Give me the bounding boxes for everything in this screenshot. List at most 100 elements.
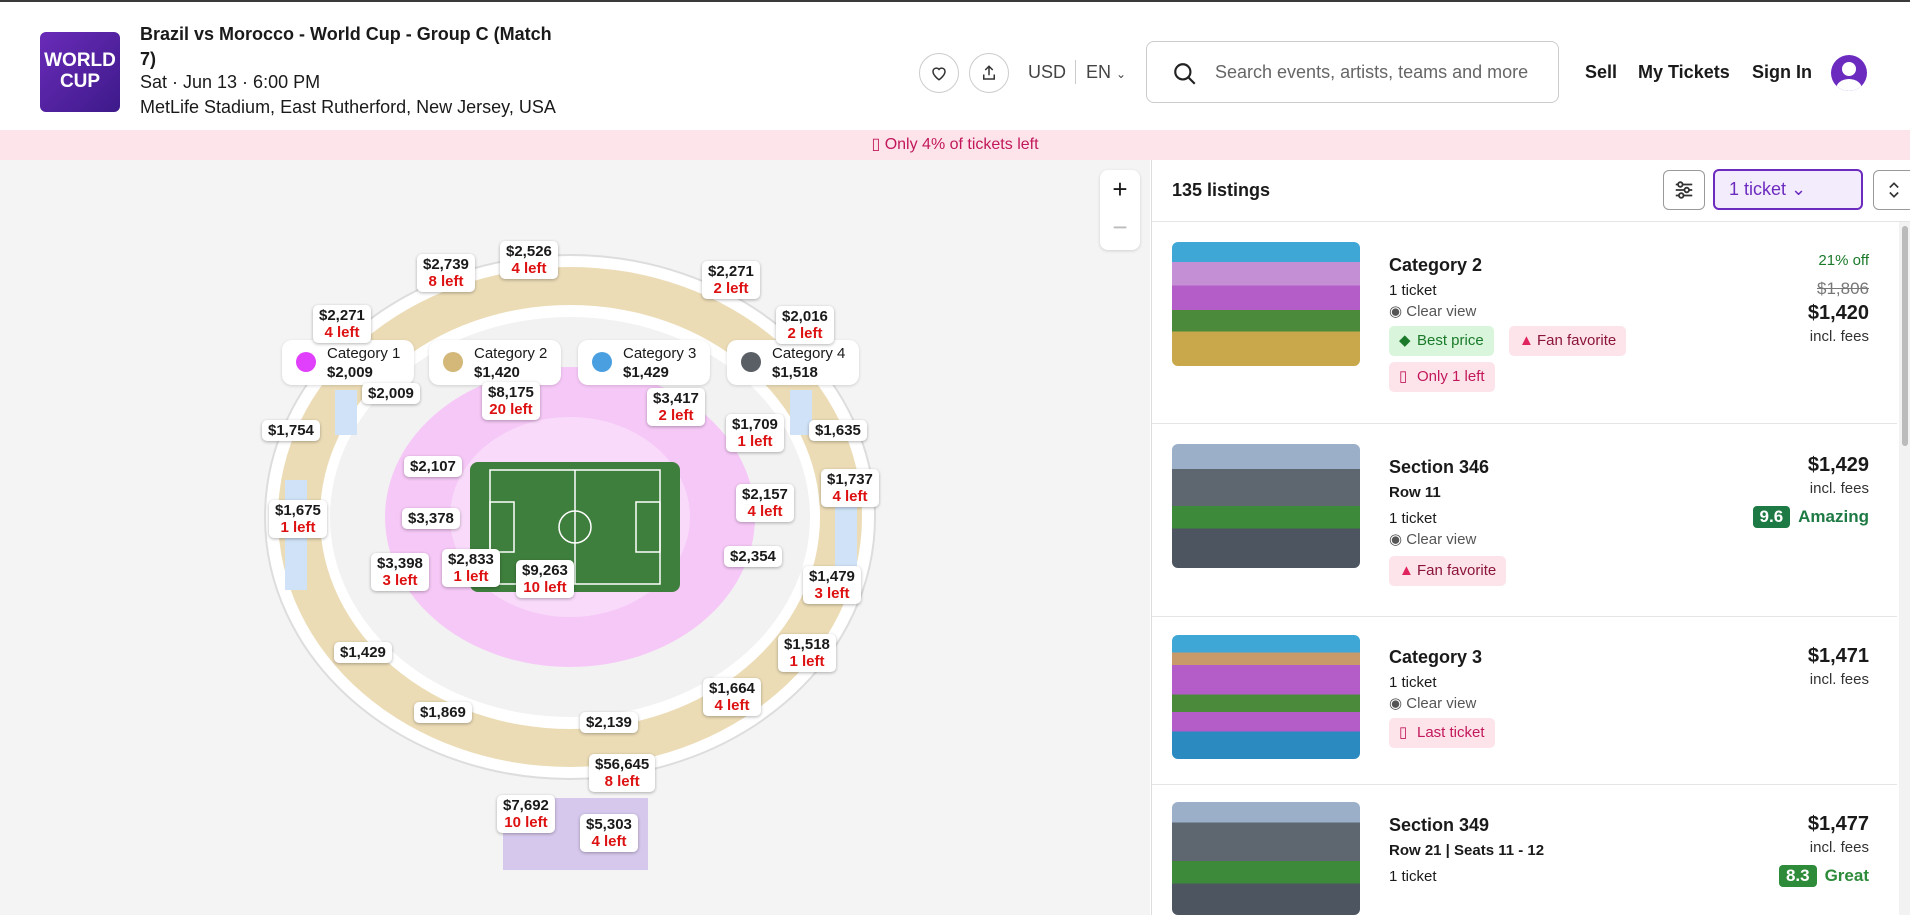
category-price: $1,429 <box>623 364 669 381</box>
listing-title: Category 3 <box>1389 647 1483 667</box>
price-pin[interactable]: $2,139 <box>580 712 638 733</box>
category-dot <box>741 352 761 372</box>
scrollbar[interactable] <box>1899 222 1910 915</box>
seat-view-photo <box>1172 635 1360 759</box>
legend-category-1[interactable]: Category 1 $2,009 <box>282 340 415 385</box>
language-selector[interactable]: EN ⌄ <box>1086 62 1126 83</box>
heart-icon <box>932 67 946 81</box>
listing-title: Section 349 <box>1389 815 1490 835</box>
language-label: EN <box>1086 62 1112 82</box>
category-dot <box>592 352 612 372</box>
price-pin[interactable]: $2,271 2 left <box>702 261 760 299</box>
scarcity-tag: ▯ Last ticket <box>1389 718 1495 748</box>
price-pin[interactable]: $2,107 <box>404 456 462 477</box>
listing-qty: 1 ticket <box>1389 282 1437 299</box>
listing-title: Section 346 <box>1389 457 1490 477</box>
original-price: $1,806 <box>1817 279 1869 298</box>
price-pin[interactable]: $3,378 <box>402 508 460 529</box>
category-dot <box>296 352 316 372</box>
view-label: Clear view <box>1406 695 1477 712</box>
listing-qty: 1 ticket <box>1389 510 1437 527</box>
rating-score: 9.6 <box>1752 506 1791 528</box>
ticket-icon: ▯ <box>1399 724 1408 741</box>
price-pin[interactable]: $1,429 <box>334 642 392 663</box>
category-price: $1,518 <box>772 364 818 381</box>
listing-row: Row 21 | Seats 11 - 12 <box>1389 842 1545 859</box>
sort-button[interactable] <box>1873 170 1910 210</box>
rating-label: Amazing <box>1798 507 1869 526</box>
favorite-button[interactable] <box>919 53 959 93</box>
event-date: Sat · Jun 13 · 6:00 PM <box>140 72 321 92</box>
listing-row: Row 11 <box>1389 484 1441 501</box>
price-pin[interactable]: $5,303 4 left <box>580 814 638 852</box>
price-pin[interactable]: $1,664 4 left <box>703 678 761 716</box>
fees-label: incl. fees <box>1809 839 1869 856</box>
sign-in-link[interactable]: Sign In <box>1752 62 1812 83</box>
ticket-quantity-select[interactable]: 1 ticket ⌄ <box>1713 169 1863 210</box>
price-pin[interactable]: $2,833 1 left <box>442 549 500 587</box>
ticket-icon: ▯ <box>871 136 881 153</box>
event-logo[interactable]: WORLD CUP <box>40 32 120 112</box>
user-icon <box>1836 62 1862 91</box>
category-name: Category 3 <box>623 345 697 362</box>
seat-view-photo <box>1172 802 1360 915</box>
price-pin[interactable]: $1,675 1 left <box>269 500 327 538</box>
category-price: $2,009 <box>327 364 373 381</box>
fees-label: incl. fees <box>1809 480 1869 497</box>
price-pin[interactable]: $2,739 8 left <box>417 254 475 292</box>
search-input[interactable]: Search events, artists, teams and more <box>1146 41 1559 103</box>
listing-card[interactable]: Section 349 Row 21 | Seats 11 - 12 1 tic… <box>1152 785 1897 915</box>
category-price: $1,420 <box>474 364 520 381</box>
listings-panel[interactable]: 135 listings 1 ticket ⌄ Category 2 1 tic… <box>1151 160 1910 915</box>
price-pin[interactable]: $1,869 <box>414 702 472 723</box>
price-pin[interactable]: $1,479 3 left <box>803 566 861 604</box>
price-pin[interactable]: $56,645 8 left <box>589 754 656 792</box>
price-pin[interactable]: $9,263 10 left <box>516 560 574 598</box>
price-pin[interactable]: $1,737 4 left <box>821 469 879 507</box>
price-pin[interactable]: $1,754 <box>262 420 320 441</box>
price-pin[interactable]: $2,526 4 left <box>500 241 558 279</box>
seat-map-panel[interactable]: Category 1 $2,009 Category 2 $1,420 Catego… <box>0 160 1150 915</box>
zoom-out-button[interactable]: − <box>1100 208 1140 246</box>
zoom-in-button[interactable]: + <box>1100 170 1140 208</box>
avatar[interactable] <box>1831 55 1867 91</box>
legend-category-3[interactable]: Category 3 $1,429 <box>578 340 711 385</box>
price-pin[interactable]: $8,175 20 left <box>482 382 540 420</box>
zoom-controls: + − <box>1100 170 1140 250</box>
listings-count: 135 listings <box>1172 180 1271 200</box>
price-pin[interactable]: $2,354 <box>724 546 782 567</box>
price-pin[interactable]: $1,518 1 left <box>778 634 836 672</box>
scrollbar-thumb[interactable] <box>1902 226 1908 446</box>
price-pin[interactable]: $7,692 10 left <box>497 795 555 833</box>
eye-icon: ◉ <box>1389 303 1403 320</box>
sell-link[interactable]: Sell <box>1585 62 1617 83</box>
currency-selector[interactable]: USD <box>1028 62 1066 83</box>
listing-card[interactable]: Section 346 Row 11 1 ticket ◉ Clear view… <box>1152 424 1897 617</box>
price-pin[interactable]: $1,709 1 left <box>726 414 784 452</box>
share-button[interactable] <box>969 53 1009 93</box>
stadium-map[interactable] <box>0 160 1150 915</box>
flame-icon: ▲ <box>1519 332 1534 349</box>
legend-category-4[interactable]: Category 4 $1,518 <box>727 340 860 385</box>
listing-price: $1,471 <box>1807 645 1869 667</box>
category-name: Category 2 <box>474 345 548 362</box>
rating-score: 8.3 <box>1778 865 1817 887</box>
logo-text: WORLD CUP <box>44 50 116 92</box>
listing-card[interactable]: Category 2 1 ticket ◉ Clear view ◆ Best p… <box>1152 222 1897 424</box>
price-pin[interactable]: $2,009 <box>362 383 420 404</box>
listing-card[interactable]: Category 3 1 ticket ◉ Clear view ▯ Last t… <box>1152 617 1897 785</box>
banner-text: Only 4% of tickets left <box>884 136 1039 153</box>
rating: 8.3 Great <box>1778 865 1869 887</box>
legend-category-2[interactable]: Category 2 $1,420 <box>429 340 562 385</box>
price-pin[interactable]: $2,271 4 left <box>313 305 371 343</box>
event-venue[interactable]: MetLife Stadium, East Rutherford, New Je… <box>140 97 556 118</box>
price-pin[interactable]: $3,417 2 left <box>647 388 705 426</box>
price-pin[interactable]: $2,016 2 left <box>776 306 834 344</box>
price-pin[interactable]: $2,157 4 left <box>736 484 794 522</box>
listing-title: Category 2 <box>1389 255 1483 275</box>
my-tickets-link[interactable]: My Tickets <box>1638 62 1730 83</box>
price-pin[interactable]: $1,635 <box>809 420 867 441</box>
filter-button[interactable] <box>1663 170 1705 210</box>
best-price-tag: ◆ Best price <box>1389 326 1494 356</box>
price-pin[interactable]: $3,398 3 left <box>371 553 429 591</box>
